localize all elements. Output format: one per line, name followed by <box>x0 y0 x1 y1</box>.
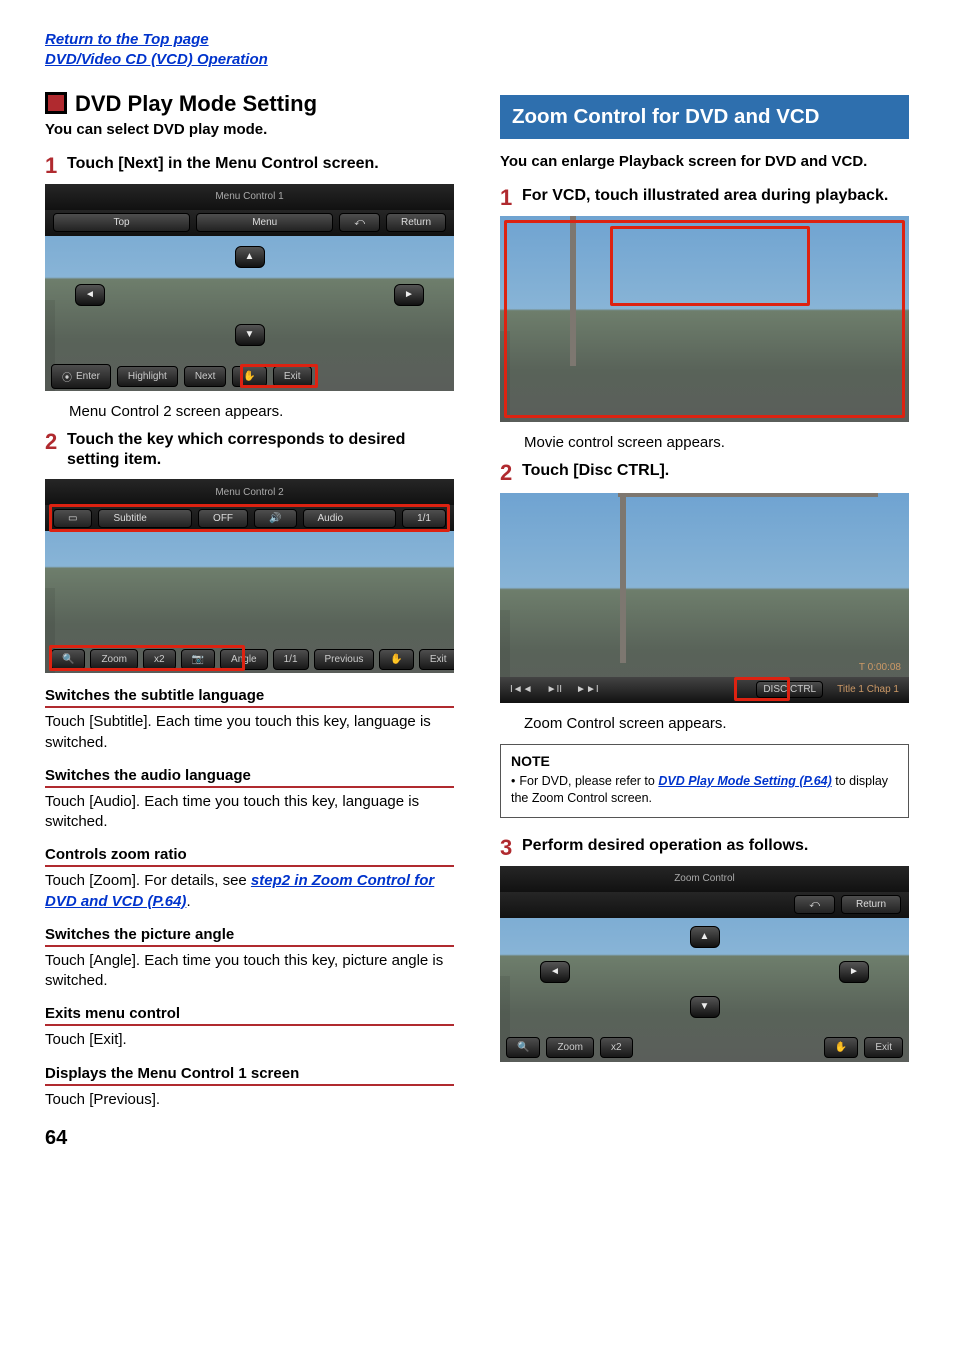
link-section[interactable]: DVD/Video CD (VCD) Operation <box>45 50 909 70</box>
zoom-value: x2 <box>600 1037 633 1058</box>
fig2-audio-button: Audio <box>303 509 397 528</box>
arrow-up-icon: ▲ <box>690 926 720 948</box>
def-head-zoom: Controls zoom ratio <box>45 846 454 867</box>
step-text: Touch [Next] in the Menu Control screen. <box>67 154 379 178</box>
figure-menu-control-1: Menu Control 1 Top Menu ⤺ Return ▲ ◄ ► ▼… <box>45 184 454 391</box>
arrow-left-icon: ◄ <box>540 961 570 983</box>
disc-next-icon: ►►I <box>576 684 599 695</box>
fig2-subtitle-button: Subtitle <box>98 509 192 528</box>
fig2-exit-button: Exit <box>419 649 454 670</box>
arrow-down-icon: ▼ <box>235 324 265 346</box>
link-return-top[interactable]: Return to the Top page <box>45 30 909 50</box>
fig2-zoom-button: Zoom <box>90 649 138 670</box>
fig2-angle-icon: 📷 <box>181 649 215 670</box>
zoom-button: Zoom <box>546 1037 594 1058</box>
fig2-off-value: OFF <box>198 509 248 528</box>
right-step-1: 1 For VCD, touch illustrated area during… <box>500 186 909 210</box>
dvd-intro: You can select DVD play mode. <box>45 121 454 138</box>
step-number: 1 <box>45 154 67 178</box>
fig1-exit-button: Exit <box>273 366 312 387</box>
fig1-hand-icon: ✋ <box>232 366 266 387</box>
def-body-exit: Touch [Exit]. <box>45 1030 454 1050</box>
zoom-title-bar: Zoom Control <box>500 866 909 892</box>
zoom-icon: 🔍 <box>506 1037 540 1058</box>
disc-prev-icon: I◄◄ <box>510 684 533 695</box>
arrow-up-icon: ▲ <box>235 246 265 268</box>
step-number: 1 <box>500 186 522 210</box>
step-text: Touch [Disc CTRL]. <box>522 461 669 485</box>
note-body: •For DVD, please refer to DVD Play Mode … <box>511 773 898 807</box>
fig2-angle-value: 1/1 <box>273 649 309 670</box>
definitions: Switches the subtitle language Touch [Su… <box>45 687 454 1110</box>
fig1-menu-button: Menu <box>196 213 333 232</box>
left-column: DVD Play Mode Setting You can select DVD… <box>45 81 454 1110</box>
def-body-angle: Touch [Angle]. Each time you touch this … <box>45 951 454 992</box>
figure-disc-ctrl: I◄◄ ►II ►►I DISC CTRL Title 1 Chap 1 T 0… <box>500 493 909 703</box>
def-head-exit: Exits menu control <box>45 1005 454 1026</box>
def-body-audio: Touch [Audio]. Each time you touch this … <box>45 792 454 833</box>
dvd-play-mode-title: DVD Play Mode Setting <box>45 89 454 117</box>
step-number: 2 <box>45 430 67 472</box>
def-body-previous: Touch [Previous]. <box>45 1090 454 1110</box>
fig2-title-bar: Menu Control 2 <box>45 479 454 505</box>
figure-zoom-control: Zoom Control ⤺ Return ▲ ◄ ► ▼ 🔍 Zoom x2 … <box>500 866 909 1062</box>
right-caption-1: Movie control screen appears. <box>524 434 909 451</box>
step-text: For VCD, touch illustrated area during p… <box>522 186 888 210</box>
disc-play-icon: ►II <box>547 684 562 695</box>
zoom-control-banner: Zoom Control for DVD and VCD <box>500 95 909 139</box>
fig1-top-button: Top <box>53 213 190 232</box>
def-head-audio: Switches the audio language <box>45 767 454 788</box>
def-body-zoom: Touch [Zoom]. For details, see step2 in … <box>45 871 454 912</box>
link-dvd-play-mode[interactable]: DVD Play Mode Setting (P.64) <box>658 774 831 788</box>
arrow-down-icon: ▼ <box>690 996 720 1018</box>
zoom-intro: You can enlarge Playback screen for DVD … <box>500 153 909 170</box>
note-box: NOTE •For DVD, please refer to DVD Play … <box>500 744 909 818</box>
right-column: Zoom Control for DVD and VCD You can enl… <box>500 81 909 1110</box>
zoom-return-button: Return <box>841 895 901 914</box>
right-step-2: 2 Touch [Disc CTRL]. <box>500 461 909 485</box>
note-title: NOTE <box>511 753 898 769</box>
zoom-exit-button: Exit <box>864 1037 903 1058</box>
def-body-subtitle: Touch [Subtitle]. Each time you touch th… <box>45 712 454 753</box>
disc-time: T 0:00:08 <box>859 662 901 673</box>
fig2-speaker-icon: 🔊 <box>254 509 296 528</box>
def-head-angle: Switches the picture angle <box>45 926 454 947</box>
def-head-previous: Displays the Menu Control 1 screen <box>45 1065 454 1086</box>
fig2-hand-icon: ✋ <box>379 649 413 670</box>
page-number: 64 <box>45 1127 67 1150</box>
figure-menu-control-2: Menu Control 2 ▭ Subtitle OFF 🔊 Audio 1/… <box>45 479 454 673</box>
fig2-cc-icon: ▭ <box>53 509 92 528</box>
disc-title-info: Title 1 Chap 1 <box>837 684 899 695</box>
section-bullet-icon <box>45 92 67 114</box>
left-step-1: 1 Touch [Next] in the Menu Control scree… <box>45 154 454 178</box>
step-number: 3 <box>500 836 522 860</box>
def-head-subtitle: Switches the subtitle language <box>45 687 454 708</box>
left-step-2: 2 Touch the key which corresponds to des… <box>45 430 454 472</box>
step-text: Touch the key which corresponds to desir… <box>67 430 454 472</box>
fig1-return-button: Return <box>386 213 446 232</box>
arrow-right-icon: ► <box>394 284 424 306</box>
fig2-previous-button: Previous <box>314 649 375 670</box>
fig2-angle-button: Angle <box>220 649 268 670</box>
fig2-audio-value: 1/1 <box>402 509 446 528</box>
step-text: Perform desired operation as follows. <box>522 836 808 860</box>
fig1-highlight-button: Highlight <box>117 366 178 387</box>
header-links: Return to the Top page DVD/Video CD (VCD… <box>45 30 909 71</box>
zoom-back-icon: ⤺ <box>794 895 835 914</box>
fig1-next-button: Next <box>184 366 227 387</box>
step-number: 2 <box>500 461 522 485</box>
arrow-right-icon: ► <box>839 961 869 983</box>
right-caption-2: Zoom Control screen appears. <box>524 715 909 732</box>
fig2-zoom-value: x2 <box>143 649 176 670</box>
right-step-3: 3 Perform desired operation as follows. <box>500 836 909 860</box>
zoom-hand-icon: ✋ <box>824 1037 858 1058</box>
disc-ctrl-button: DISC CTRL <box>756 681 823 698</box>
fig2-zoom-icon: 🔍 <box>51 649 85 670</box>
arrow-left-icon: ◄ <box>75 284 105 306</box>
left-caption-1: Menu Control 2 screen appears. <box>69 403 454 420</box>
fig1-back-icon: ⤺ <box>339 213 380 232</box>
figure-vcd-touch-area <box>500 216 909 422</box>
fig1-enter-button: ⦿Enter <box>51 364 111 389</box>
fig1-title-bar: Menu Control 1 <box>45 184 454 210</box>
